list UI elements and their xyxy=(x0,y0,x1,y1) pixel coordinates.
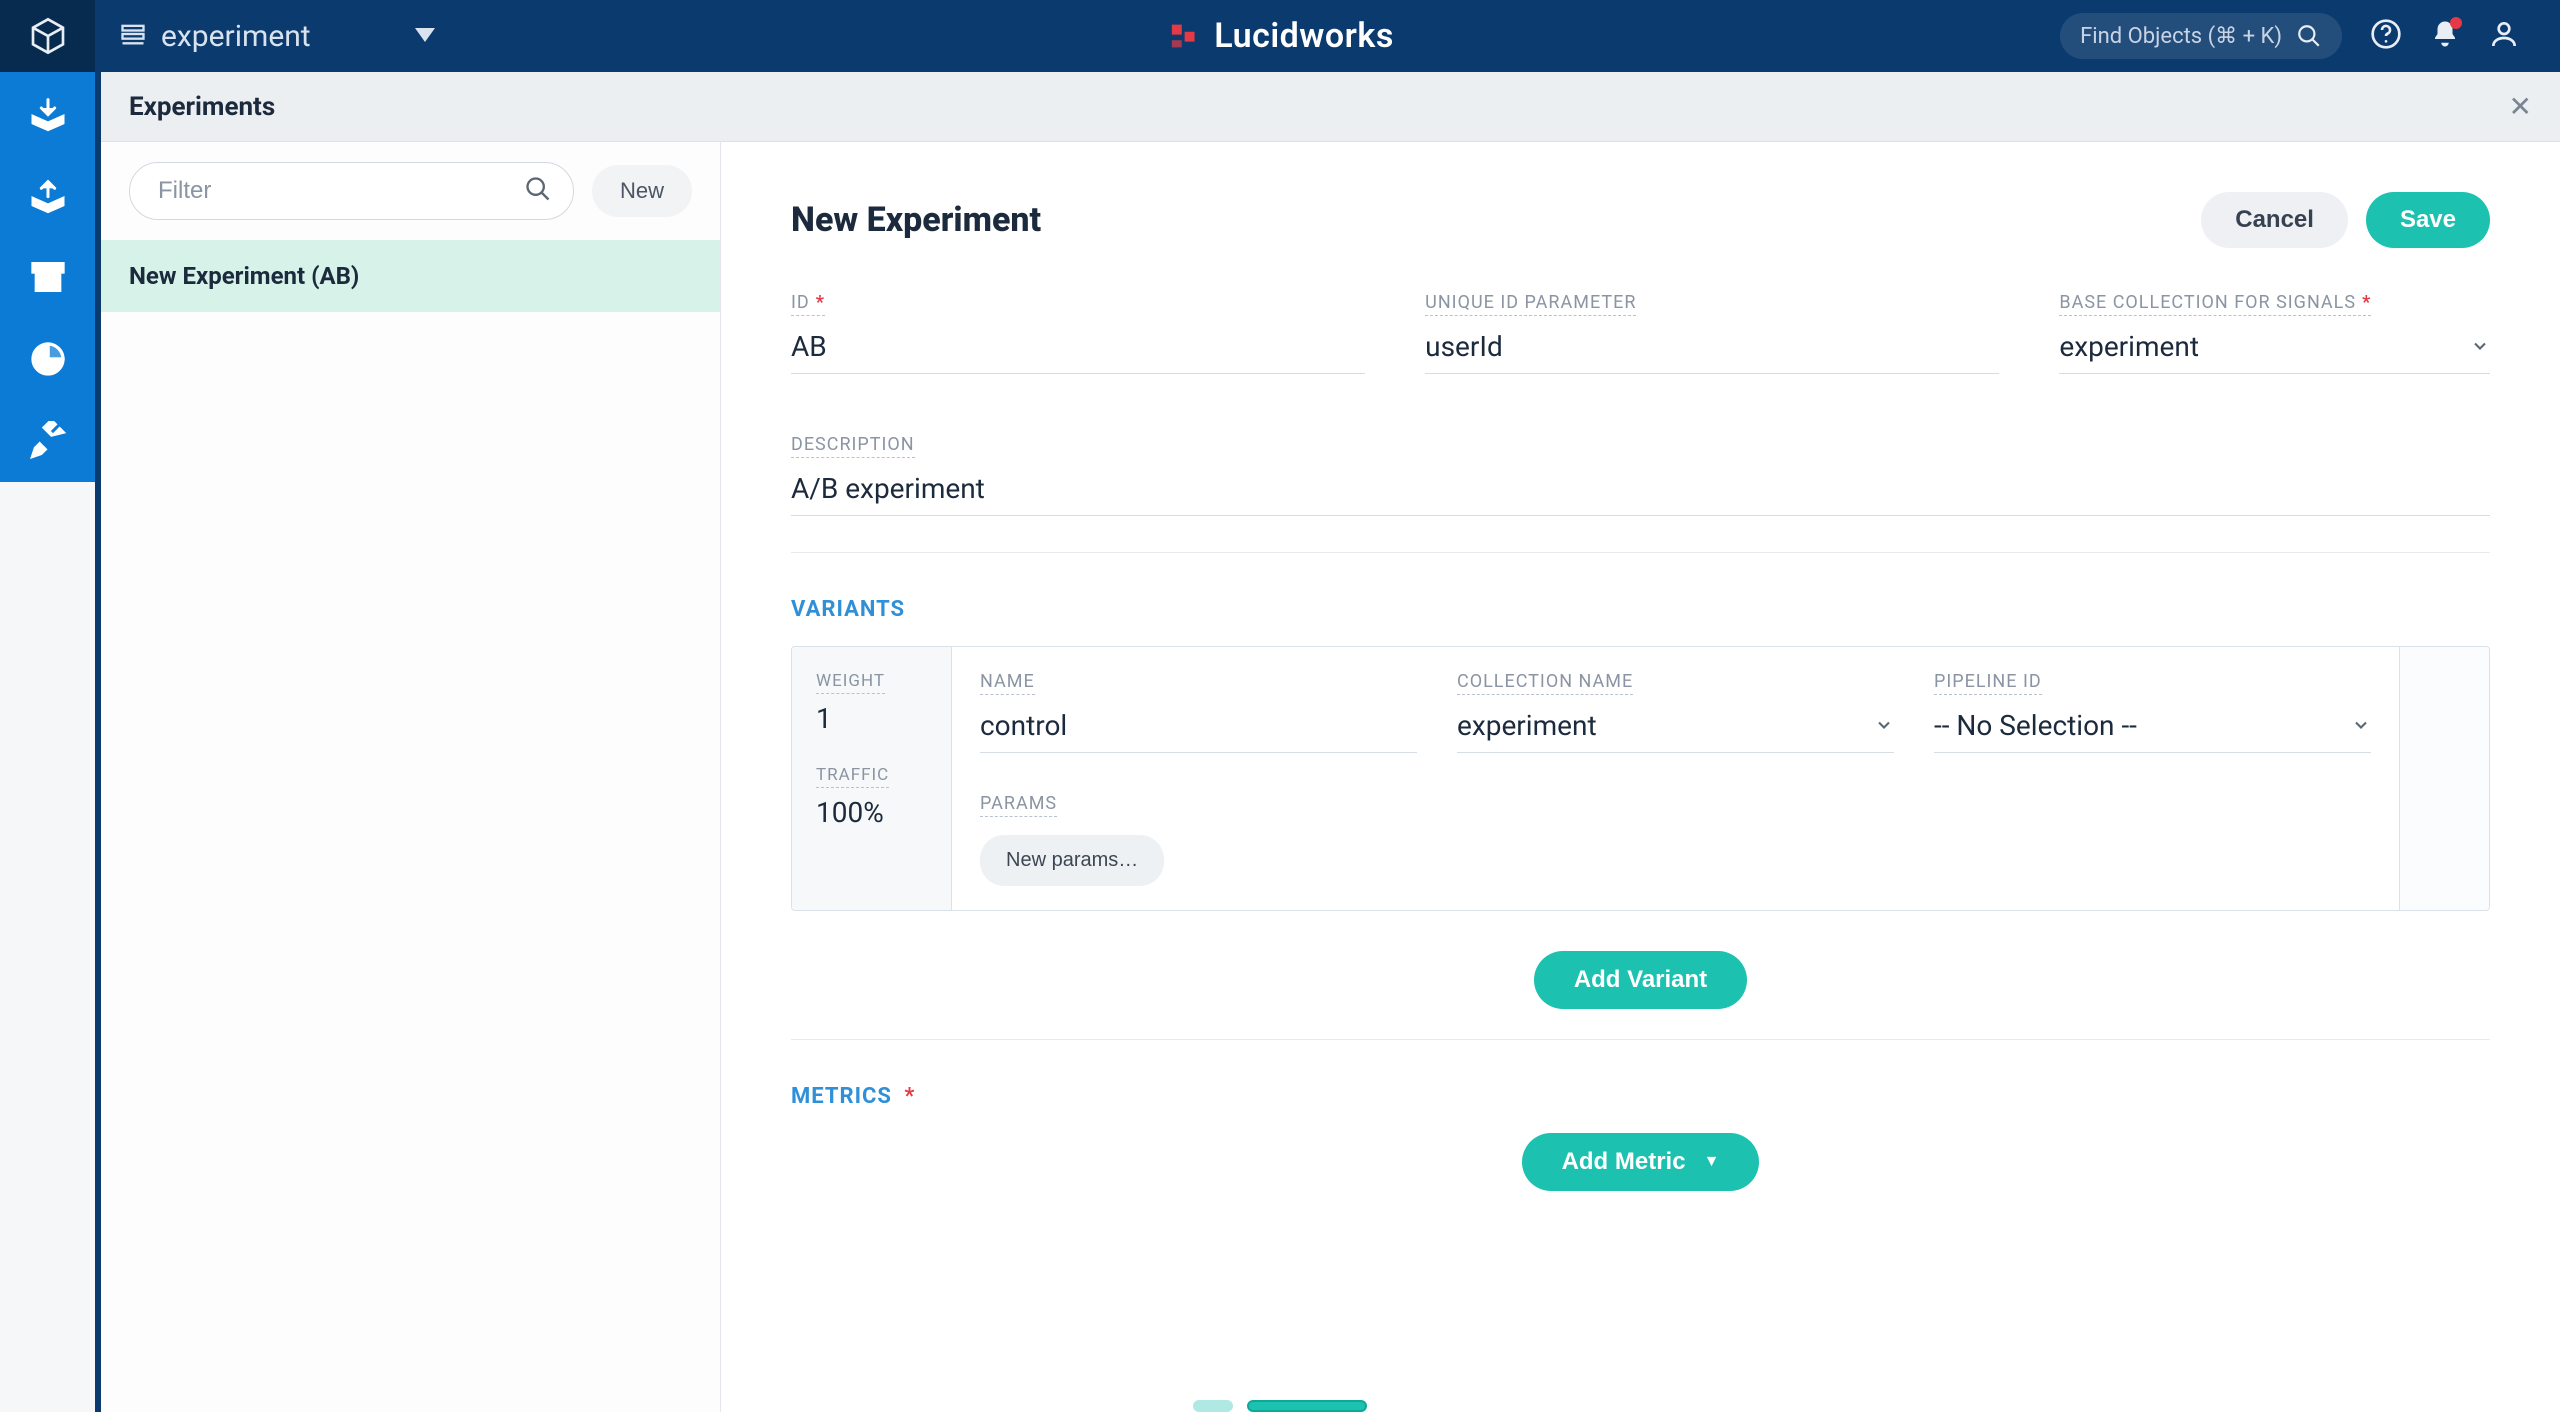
variant-weight[interactable]: WEIGHT 1 xyxy=(816,671,927,735)
app-logo[interactable] xyxy=(0,0,95,72)
search-icon xyxy=(2296,23,2322,49)
field-base-collection[interactable]: BASE COLLECTION FOR SIGNALS * experiment xyxy=(2059,292,2490,374)
traffic-value: 100% xyxy=(816,796,927,829)
workspace-icon xyxy=(119,20,147,52)
uid-value: userId xyxy=(1425,330,1503,363)
caret-down-icon: ▼ xyxy=(1704,1153,1720,1171)
brand-icon xyxy=(1166,19,1200,53)
logo-icon xyxy=(28,16,68,56)
metrics-title-text: METRICS xyxy=(791,1084,892,1109)
variant-collection-field[interactable]: COLLECTION NAME experiment xyxy=(1457,671,1894,753)
variant-pipeline-label: PIPELINE ID xyxy=(1934,671,2042,695)
workspace-switcher[interactable]: experiment xyxy=(119,19,435,54)
new-params-button[interactable]: New params… xyxy=(980,835,1164,886)
workspace-name: experiment xyxy=(161,19,311,54)
list-column: New New Experiment (AB) xyxy=(101,142,721,1412)
left-rail xyxy=(0,72,95,1412)
panel-title: Experiments xyxy=(129,92,275,122)
required-marker: * xyxy=(898,1084,915,1109)
brand-name: Lucidworks xyxy=(1214,16,1394,56)
variant-params-field: PARAMS New params… xyxy=(980,793,2371,886)
form-title: New Experiment xyxy=(791,200,1041,240)
variant-card: WEIGHT 1 TRAFFIC 100% NAME control xyxy=(791,646,2490,911)
form-column: New Experiment Cancel Save ID * AB UNIQUE… xyxy=(721,142,2560,1412)
chevron-down-icon xyxy=(1874,709,1894,742)
user-icon[interactable] xyxy=(2488,18,2520,54)
bottom-progress xyxy=(1193,1400,1367,1412)
desc-value: A/B experiment xyxy=(791,472,985,505)
rail-item-archive[interactable] xyxy=(0,236,95,318)
list-item[interactable]: New Experiment (AB) xyxy=(101,240,720,312)
notifications-icon[interactable] xyxy=(2430,19,2460,53)
cancel-button[interactable]: Cancel xyxy=(2201,192,2348,248)
field-id[interactable]: ID * AB xyxy=(791,292,1365,374)
weight-value: 1 xyxy=(816,702,927,735)
metrics-section-title: METRICS * xyxy=(791,1084,2490,1109)
uid-label: UNIQUE ID PARAMETER xyxy=(1425,292,1636,316)
search-icon xyxy=(524,175,552,207)
id-value: AB xyxy=(791,330,827,363)
variant-drag-handle[interactable] xyxy=(2399,647,2489,910)
id-label: ID xyxy=(791,292,810,313)
variant-pipeline-field[interactable]: PIPELINE ID -- No Selection -- xyxy=(1934,671,2371,753)
rail-item-analytics[interactable] xyxy=(0,318,95,400)
variant-name-label: NAME xyxy=(980,671,1035,695)
new-experiment-button[interactable]: New xyxy=(592,165,692,217)
variant-collection-value: experiment xyxy=(1457,709,1597,742)
add-metric-label: Add Metric xyxy=(1562,1148,1686,1176)
rail-item-ingest[interactable] xyxy=(0,72,95,154)
brand: Lucidworks xyxy=(1166,16,1394,56)
chevron-down-icon xyxy=(2470,330,2490,363)
desc-label: DESCRIPTION xyxy=(791,434,915,458)
variant-name-field[interactable]: NAME control xyxy=(980,671,1417,753)
help-icon[interactable] xyxy=(2370,18,2402,54)
topbar: experiment Lucidworks Find Objects (⌘ + … xyxy=(0,0,2560,72)
base-value: experiment xyxy=(2059,330,2199,363)
variants-section-title: VARIANTS xyxy=(791,597,2490,622)
field-unique-id[interactable]: UNIQUE ID PARAMETER userId xyxy=(1425,292,1999,374)
required-marker: * xyxy=(2362,292,2371,313)
base-label: BASE COLLECTION FOR SIGNALS xyxy=(2059,292,2356,313)
close-icon[interactable]: ✕ xyxy=(2509,90,2532,123)
caret-down-icon xyxy=(415,27,435,46)
weight-label: WEIGHT xyxy=(816,671,885,694)
rail-item-ingest-2[interactable] xyxy=(0,154,95,236)
rail-item-settings[interactable] xyxy=(0,400,95,482)
add-variant-button[interactable]: Add Variant xyxy=(1534,951,1747,1009)
save-button[interactable]: Save xyxy=(2366,192,2490,248)
notification-dot xyxy=(2450,17,2462,29)
filter-input[interactable] xyxy=(129,162,574,220)
panel-header: Experiments ✕ xyxy=(101,72,2560,142)
traffic-label: TRAFFIC xyxy=(816,765,889,788)
add-metric-button[interactable]: Add Metric ▼ xyxy=(1522,1133,1760,1191)
search-placeholder: Find Objects (⌘ + K) xyxy=(2080,24,2282,49)
required-marker: * xyxy=(816,292,825,313)
variant-collection-label: COLLECTION NAME xyxy=(1457,671,1633,695)
chevron-down-icon xyxy=(2351,709,2371,742)
global-search[interactable]: Find Objects (⌘ + K) xyxy=(2060,13,2342,59)
variant-name-value: control xyxy=(980,709,1067,742)
params-label: PARAMS xyxy=(980,793,1057,817)
variant-pipeline-value: -- No Selection -- xyxy=(1934,709,2137,742)
field-description[interactable]: DESCRIPTION A/B experiment xyxy=(791,434,2490,516)
variant-traffic: TRAFFIC 100% xyxy=(816,765,927,829)
